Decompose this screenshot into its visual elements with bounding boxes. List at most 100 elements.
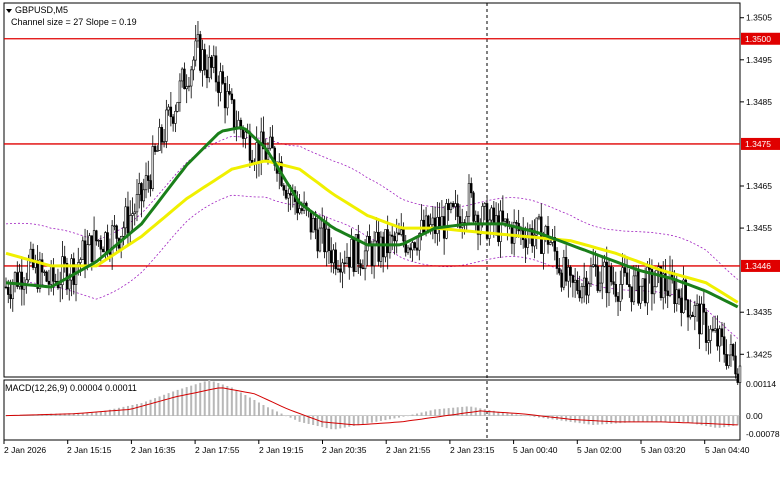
candle-body: [106, 232, 109, 252]
macd-histogram-bar: [447, 408, 450, 416]
candle-body: [345, 256, 349, 264]
candle-body: [641, 278, 645, 287]
macd-histogram-bar: [483, 409, 486, 416]
candle-body: [686, 299, 690, 318]
candle-body: [171, 116, 175, 124]
candle-body: [578, 290, 581, 299]
macd-histogram-bar: [528, 415, 531, 417]
candle-body: [122, 227, 125, 237]
candle-body: [424, 215, 428, 233]
macd-histogram-bar: [533, 415, 536, 417]
candle-body: [454, 203, 457, 207]
candle-body: [138, 183, 141, 195]
candle-body: [603, 261, 606, 267]
candle-body: [97, 239, 100, 242]
candle-body: [314, 217, 317, 231]
macd-histogram-bar: [655, 415, 658, 422]
candle-body: [668, 271, 672, 296]
candle-body: [698, 303, 701, 335]
candle-body: [549, 242, 552, 245]
candle-body: [693, 305, 697, 317]
candle-body: [483, 203, 486, 207]
candle-body: [689, 314, 692, 318]
candle-body: [99, 239, 103, 250]
candle-body: [180, 68, 184, 82]
macd-histogram-bar: [357, 415, 360, 426]
macd-histogram-bar: [230, 387, 233, 416]
candle-body: [704, 311, 708, 343]
candle-body: [709, 328, 712, 341]
macd-histogram-bar: [379, 415, 382, 421]
candle-body: [4, 286, 8, 289]
chart-terminal: GBPUSD,M5 Channel size = 27 Slope = 0.19…: [0, 0, 781, 489]
macd-histogram-bar: [488, 410, 491, 416]
macd-histogram-bar: [420, 412, 423, 416]
candle-body: [160, 127, 164, 143]
candle-body: [162, 141, 166, 143]
candle-body: [183, 68, 186, 90]
candle-body: [413, 242, 416, 249]
candle-body: [133, 211, 136, 214]
macd-histogram-bar: [185, 387, 188, 416]
macd-histogram-bar: [145, 401, 148, 416]
candle-body: [560, 272, 563, 288]
candle-body: [92, 230, 96, 262]
candle-body: [214, 55, 218, 83]
macd-histogram-bar: [506, 413, 509, 416]
candle-body: [63, 256, 66, 264]
candle-body: [323, 220, 326, 253]
candle-body: [589, 266, 593, 285]
macd-histogram-bar: [691, 415, 694, 424]
candle-body: [210, 56, 213, 68]
candle-body: [316, 229, 319, 252]
candle-body: [711, 328, 715, 331]
macd-histogram-bar: [262, 405, 265, 416]
macd-histogram-bar: [393, 415, 396, 419]
macd-histogram-bar: [736, 415, 739, 426]
candle-body: [433, 217, 437, 234]
candle-body: [169, 106, 173, 118]
candle-body: [481, 206, 484, 226]
candle-body: [718, 328, 721, 347]
candle-body: [722, 336, 726, 355]
candle-body: [43, 271, 46, 274]
candle-body: [610, 266, 613, 283]
macd-histogram-bar: [632, 415, 635, 423]
candle-body: [436, 216, 439, 234]
candle-body: [492, 207, 496, 225]
candles-group: [4, 20, 742, 388]
candle-body: [451, 203, 455, 207]
candle-body: [178, 80, 182, 103]
macd-histogram-bar: [429, 410, 432, 416]
macd-histogram-bar: [375, 415, 378, 422]
macd-histogram-bar: [212, 381, 215, 416]
candle-body: [470, 183, 473, 194]
candle-body: [596, 266, 599, 291]
macd-histogram-bar: [285, 415, 288, 417]
candle-body: [400, 229, 403, 235]
macd-histogram-bar: [163, 394, 166, 416]
candle-body: [619, 284, 622, 302]
candle-body: [370, 245, 374, 266]
candle-body: [219, 71, 222, 93]
candle-body: [226, 91, 229, 109]
candle-body: [562, 257, 566, 288]
candle-body: [208, 56, 211, 79]
candle-body: [151, 146, 154, 189]
candle-body: [29, 248, 33, 260]
candle-body: [140, 183, 143, 202]
candle-body: [621, 267, 624, 285]
price-chart[interactable]: [0, 0, 781, 489]
candle-body: [230, 93, 234, 101]
candle-body: [260, 131, 263, 163]
macd-histogram-bar: [659, 415, 662, 422]
candle-body: [332, 249, 335, 264]
macd-histogram-bar: [208, 380, 211, 416]
candle-body: [601, 265, 604, 284]
macd-histogram-bar: [298, 415, 301, 422]
candle-body: [567, 266, 570, 282]
candle-body: [632, 275, 636, 303]
candle-body: [255, 142, 258, 165]
candle-body: [630, 286, 633, 303]
macd-histogram-bar: [402, 415, 405, 417]
